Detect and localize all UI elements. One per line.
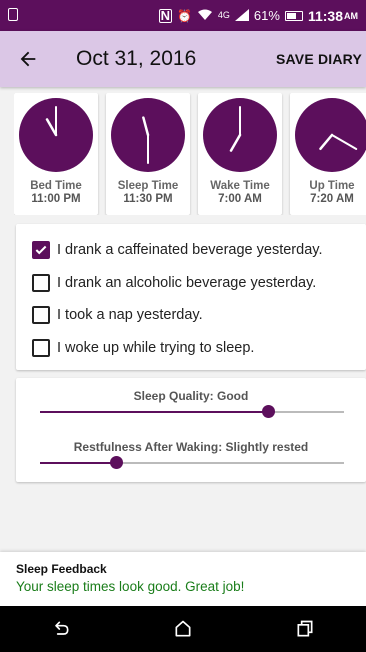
clock-face-icon [203,98,277,172]
phone-icon [8,7,18,21]
page-title: Oct 31, 2016 [76,47,197,70]
clock-label: Bed Time [30,180,82,192]
clock-card-bed-time[interactable]: Bed Time 11:00 PM [14,93,98,215]
checklist-item-nap[interactable]: I took a nap yesterday. [16,299,366,332]
signal-icon [234,8,249,23]
clock-label: Wake Time [210,180,270,192]
sliders-card: Sleep Quality: Good Restfulness After Wa… [16,378,366,482]
clock-time-value: 7:20 AM [310,193,354,205]
restfulness-slider[interactable] [40,456,344,469]
clock-time-value: 7:00 AM [218,193,262,205]
battery-percent: 61% [253,8,280,23]
clock-time-value: 11:00 PM [31,193,81,205]
feedback-title: Sleep Feedback [16,562,107,576]
save-diary-button[interactable]: SAVE DIARY [276,51,366,67]
slider-thumb[interactable] [109,456,123,469]
clock-face-icon [19,98,93,172]
alarm-icon: ⏰ [176,8,192,23]
status-bar: N ⏰ 4G 61% 11:38 AM [0,0,366,31]
checkbox[interactable] [32,338,50,357]
network-type: 4G [217,10,230,20]
clock-face-icon [295,98,366,172]
clock-card-wake-time[interactable]: Wake Time 7:00 AM [198,93,282,215]
system-nav-bar [0,606,366,652]
nfc-icon: N [158,7,172,23]
slider-fill [40,462,116,464]
wifi-icon [197,9,213,23]
sleep-feedback-panel: Sleep Feedback Your sleep times look goo… [0,552,366,606]
sleep-quality-slider[interactable] [40,405,344,418]
battery-icon [284,10,303,21]
home-icon [175,620,191,637]
checklist-item-alcohol[interactable]: I drank an alcoholic beverage yesterday. [16,267,366,300]
nav-back-button[interactable] [31,606,91,652]
clock-time-value: 11:30 PM [123,193,173,205]
checkbox[interactable] [32,273,50,292]
checkbox[interactable] [32,306,50,325]
checkbox-label: I drank an alcoholic beverage yesterday. [57,274,317,291]
nav-home-button[interactable] [153,606,213,652]
back-button[interactable] [0,31,56,87]
back-nav-icon [55,621,69,635]
recents-icon [297,620,313,637]
sleep-quality-label: Sleep Quality: Good [133,389,249,403]
checklist-item-woke-up[interactable]: I woke up while trying to sleep. [16,332,366,365]
clock-face-icon [111,98,185,172]
feedback-text: Your sleep times look good. Great job! [16,579,245,594]
arrow-left-icon [20,51,36,67]
clock-label: Up Time [309,180,355,192]
clock-ampm: AM [344,10,358,21]
clock-card-up-time[interactable]: Up Time 7:20 AM [290,93,366,215]
clock-time: 11:38 [307,7,343,24]
checkmark-icon [35,246,47,255]
slider-fill [40,411,268,413]
checkbox-label: I woke up while trying to sleep. [57,339,255,356]
restfulness-label: Restfulness After Waking: Slightly reste… [73,440,309,454]
nav-recents-button[interactable] [275,606,335,652]
checkbox-label: I drank a caffeinated beverage yesterday… [57,242,323,259]
clock-label: Sleep Time [117,180,179,192]
checklist-item-caffeine[interactable]: I drank a caffeinated beverage yesterday… [16,234,366,267]
clock-card-sleep-time[interactable]: Sleep Time 11:30 PM [106,93,190,215]
app-bar: Oct 31, 2016 SAVE DIARY [0,31,366,87]
checkbox[interactable] [32,241,50,260]
checkbox-label: I took a nap yesterday. [57,307,203,324]
checklist-card: I drank a caffeinated beverage yesterday… [16,224,366,370]
slider-thumb[interactable] [261,405,275,418]
clock-row: Bed Time 11:00 PM Sleep Time 11:30 PM Wa… [14,93,366,215]
